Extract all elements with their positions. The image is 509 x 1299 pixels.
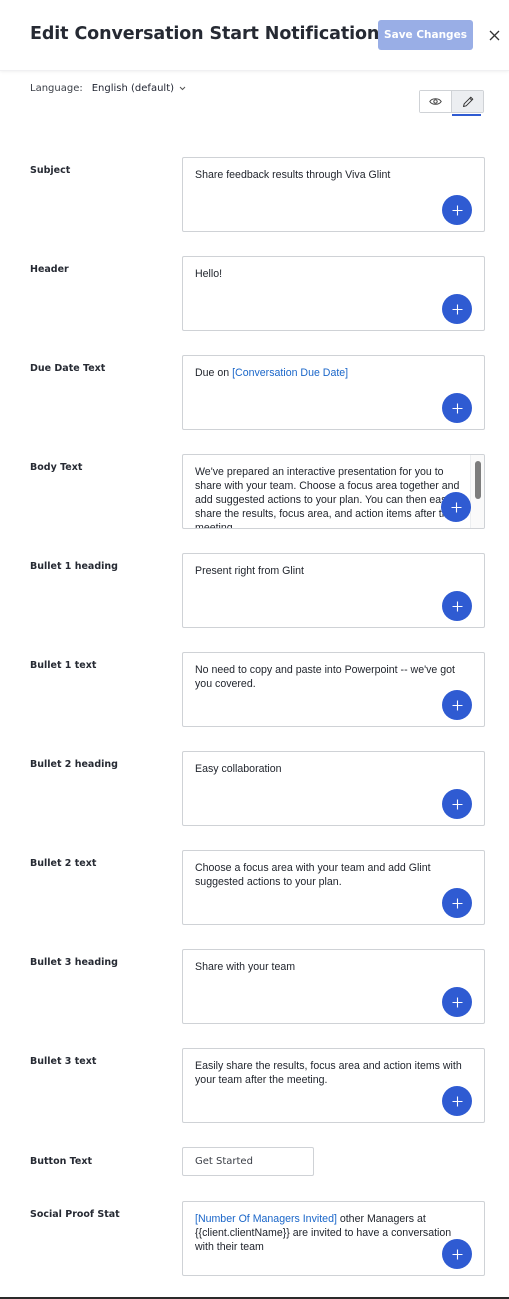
bullet-3-heading-text: Share with your team (195, 960, 470, 974)
body-text-scrollbar[interactable] (470, 455, 484, 528)
text-segment: Hello! (195, 268, 223, 280)
bullet-3-text-input[interactable]: Easily share the results, focus area and… (182, 1048, 485, 1123)
variable-token[interactable]: [Conversation Due Date] (232, 367, 348, 379)
insert-variable-button[interactable] (442, 888, 472, 918)
due-date-text-text: Due on [Conversation Due Date] (195, 366, 470, 380)
plus-icon (452, 1096, 462, 1106)
plus-icon (452, 898, 462, 908)
insert-variable-button[interactable] (442, 195, 472, 225)
eye-icon (429, 98, 442, 105)
close-icon (489, 30, 499, 40)
plus-icon (452, 304, 462, 314)
language-dropdown[interactable]: English (default) (92, 83, 186, 94)
header-label: Header (30, 264, 69, 275)
insert-variable-button[interactable] (442, 294, 472, 324)
save-changes-button[interactable]: Save Changes (378, 20, 473, 50)
text-segment: Easily share the results, focus area and… (195, 1060, 462, 1086)
button-text-input[interactable]: Get Started (182, 1147, 314, 1176)
insert-variable-button[interactable] (442, 393, 472, 423)
bullet-1-text-text: No need to copy and paste into Powerpoin… (195, 663, 470, 691)
plus-icon (452, 997, 462, 1007)
language-value: English (default) (91, 83, 175, 94)
social-proof-input[interactable]: [Number Of Managers Invited] other Manag… (182, 1201, 485, 1276)
button-text-label: Button Text (30, 1156, 93, 1167)
body-text-label: Body Text (30, 462, 83, 473)
bullet-2-heading-input[interactable]: Easy collaboration (182, 751, 485, 826)
bullet-2-text-text: Choose a focus area with your team and a… (195, 861, 470, 889)
bullet-1-text-label: Bullet 1 text (30, 660, 97, 671)
bullet-1-heading-input[interactable]: Present right from Glint (182, 553, 485, 628)
view-mode-toggle (419, 90, 484, 116)
pencil-icon (462, 96, 473, 107)
insert-variable-button[interactable] (442, 987, 472, 1017)
social-proof-label: Social Proof Stat (30, 1209, 120, 1220)
plus-icon (452, 205, 462, 215)
close-button[interactable] (486, 27, 502, 43)
text-segment: No need to copy and paste into Powerpoin… (195, 664, 455, 690)
language-label: Language: (30, 83, 83, 94)
insert-variable-button[interactable] (441, 492, 471, 522)
plus-icon (451, 502, 461, 512)
bullet-3-heading-input[interactable]: Share with your team (182, 949, 485, 1024)
bullet-2-text-label: Bullet 2 text (30, 858, 97, 869)
body-text-input[interactable]: We've prepared an interactive presentati… (182, 454, 485, 529)
page-title: Edit Conversation Start Notification (30, 24, 380, 44)
text-segment: Easy collaboration (195, 763, 282, 775)
text-segment: Share feedback results through Viva Glin… (195, 169, 391, 181)
subject-label: Subject (30, 165, 71, 176)
bullet-3-text-text: Easily share the results, focus area and… (195, 1059, 470, 1087)
bullet-3-heading-label: Bullet 3 heading (30, 957, 118, 968)
plus-icon (452, 700, 462, 710)
bullet-1-heading-text: Present right from Glint (195, 564, 470, 578)
language-selector-row: Language: English (default) (30, 83, 186, 94)
edit-mode-button[interactable] (451, 91, 483, 116)
insert-variable-button[interactable] (442, 690, 472, 720)
bullet-2-heading-text: Easy collaboration (195, 762, 470, 776)
due-date-text-input[interactable]: Due on [Conversation Due Date] (182, 355, 485, 430)
preview-mode-button[interactable] (420, 91, 451, 112)
variable-token[interactable]: [Number Of Managers Invited] (195, 1213, 337, 1225)
bullet-2-text-input[interactable]: Choose a focus area with your team and a… (182, 850, 485, 925)
bullet-3-text-label: Bullet 3 text (30, 1056, 97, 1067)
subject-input[interactable]: Share feedback results through Viva Glin… (182, 157, 485, 232)
insert-variable-button[interactable] (442, 789, 472, 819)
plus-icon (452, 1249, 462, 1259)
bullet-1-text-input[interactable]: No need to copy and paste into Powerpoin… (182, 652, 485, 727)
subject-text: Share feedback results through Viva Glin… (195, 168, 470, 182)
plus-icon (452, 799, 462, 809)
due-date-text-label: Due Date Text (30, 363, 106, 374)
header-input[interactable]: Hello! (182, 256, 485, 331)
text-segment: Due on (195, 367, 233, 379)
insert-variable-button[interactable] (442, 591, 472, 621)
scrollbar-thumb[interactable] (475, 461, 481, 499)
text-segment: Choose a focus area with your team and a… (195, 862, 431, 888)
bullet-2-heading-label: Bullet 2 heading (30, 759, 118, 770)
dialog-header: Edit Conversation Start Notification Sav… (0, 0, 509, 71)
plus-icon (452, 403, 462, 413)
text-segment: Present right from Glint (195, 565, 304, 577)
chevron-down-icon (179, 86, 186, 91)
header-text: Hello! (195, 267, 470, 281)
insert-variable-button[interactable] (442, 1239, 472, 1269)
bullet-1-heading-label: Bullet 1 heading (30, 561, 118, 572)
social-proof-text: [Number Of Managers Invited] other Manag… (195, 1212, 470, 1254)
plus-icon (452, 601, 462, 611)
text-segment: Share with your team (195, 961, 296, 973)
body-text-text: We've prepared an interactive presentati… (195, 465, 462, 529)
insert-variable-button[interactable] (442, 1086, 472, 1116)
text-segment: We've prepared an interactive presentati… (195, 466, 460, 529)
